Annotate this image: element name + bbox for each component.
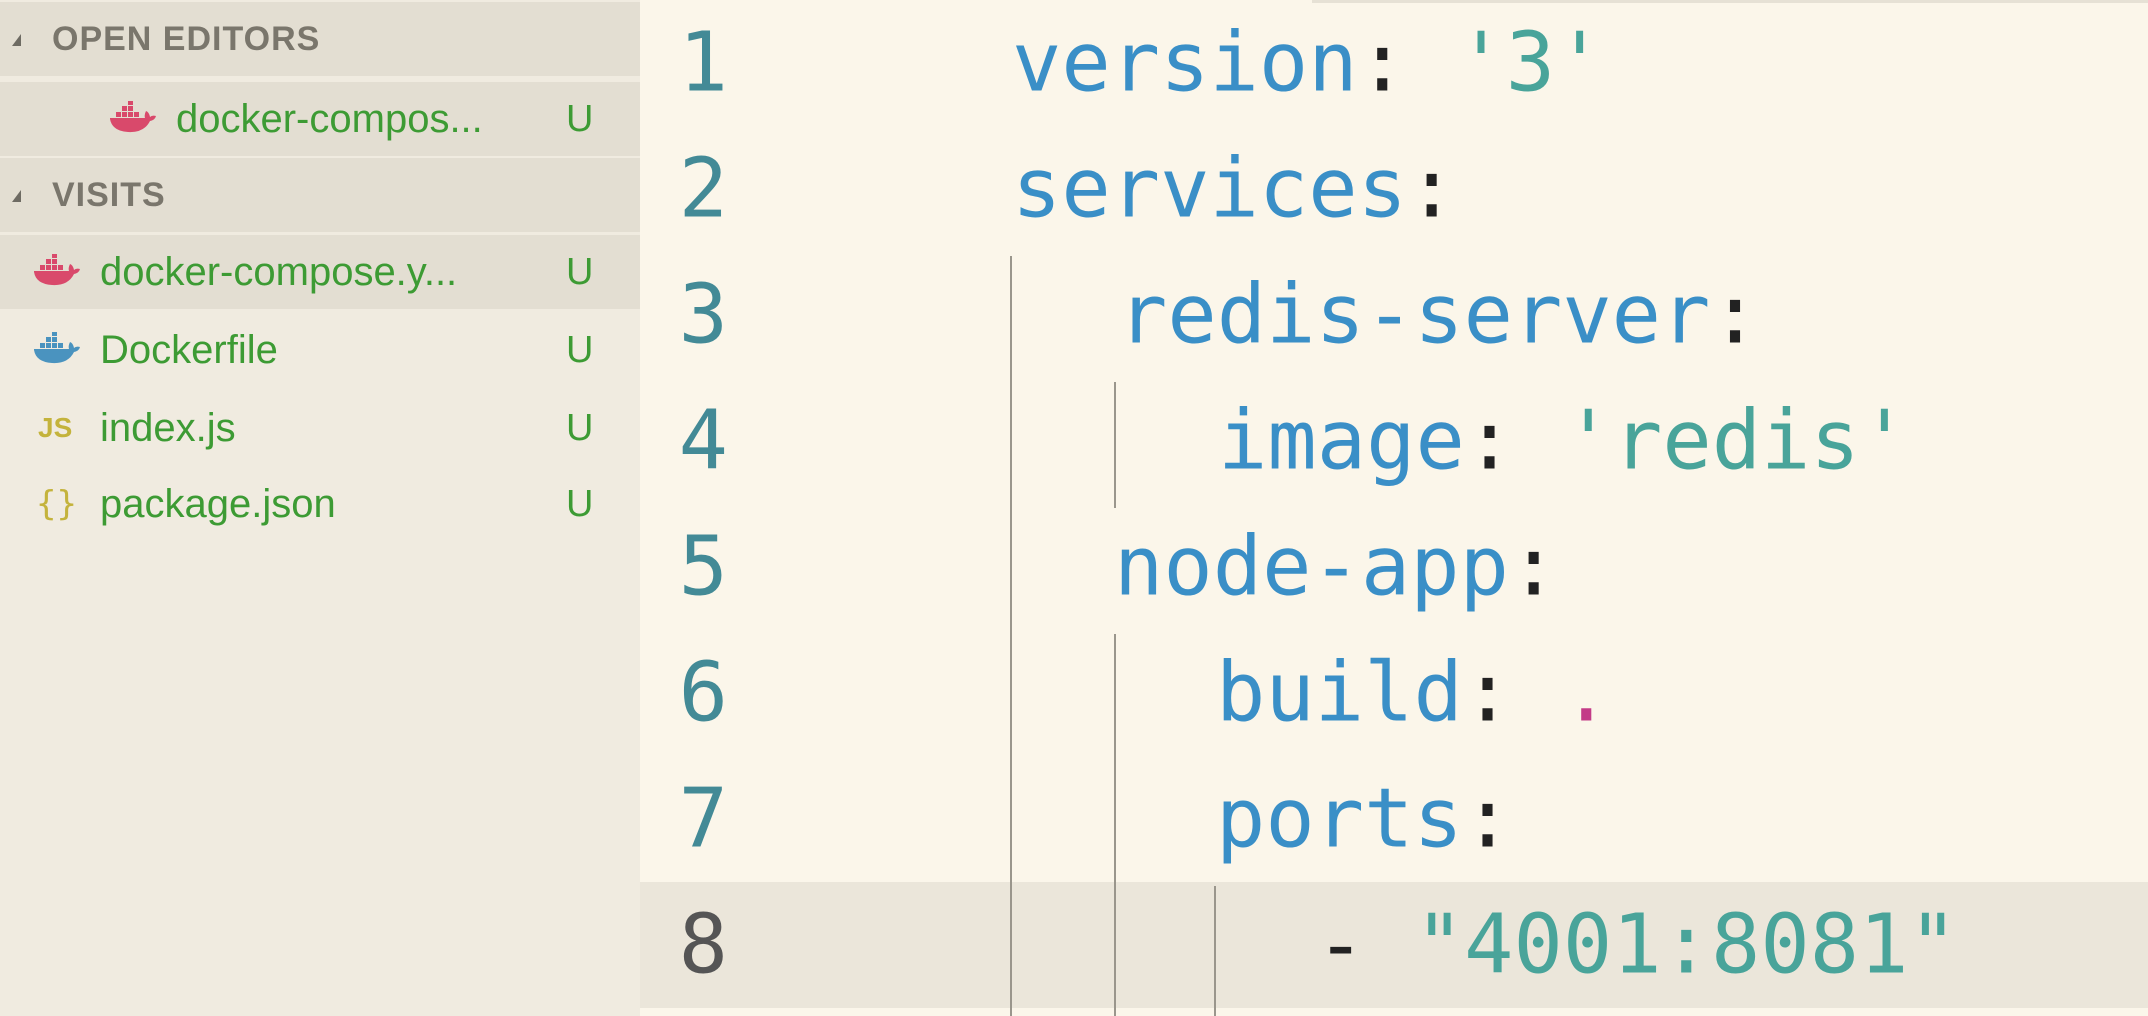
file-label: docker-compos... (176, 96, 483, 141)
yaml-colon: : (1406, 141, 1457, 237)
yaml-string: 'redis' (1514, 393, 1910, 489)
file-item-package-json[interactable]: {} package.json U (0, 467, 640, 541)
git-status-badge: U (566, 482, 594, 525)
yaml-value-dot: . (1512, 645, 1611, 741)
yaml-key: version (1012, 15, 1358, 111)
visits-folder-header[interactable]: VISITS (0, 158, 640, 232)
line-number: 7 (678, 771, 728, 867)
code-line-3[interactable]: 3 redis-server: (640, 252, 2148, 378)
yaml-colon: : (1462, 771, 1513, 867)
git-status-badge: U (566, 328, 594, 371)
line-number: 8 (678, 897, 728, 993)
indent-guide (1114, 634, 1116, 1016)
indent-guide (1114, 382, 1116, 508)
code-line-2[interactable]: 2 services: (640, 126, 2148, 252)
file-label: Dockerfile (100, 327, 278, 372)
git-status-badge: U (566, 97, 594, 140)
code-editor[interactable]: 1 version: '3' 2 services: 3 redis-serve… (640, 0, 2148, 1016)
yaml-key: redis-server (1118, 267, 1711, 363)
yaml-string: "4001:8081" (1414, 897, 1958, 993)
code-line-8-current[interactable]: 8 - "4001:8081" (640, 882, 2148, 1008)
indent-guide (1214, 886, 1216, 1016)
yaml-key: node-app (1114, 519, 1509, 615)
code-text: build: . (1216, 646, 1611, 741)
code-text: redis-server: (1118, 268, 1760, 363)
code-line-7[interactable]: 7 ports: (640, 756, 2148, 882)
code-text: version: '3' (1012, 16, 1604, 111)
line-number: 1 (678, 15, 728, 111)
git-status-badge: U (566, 406, 594, 449)
line-number: 6 (678, 645, 728, 741)
yaml-list-dash: - (1316, 897, 1415, 993)
file-item-index-js[interactable]: JS index.js U (0, 391, 640, 465)
js-icon: JS (38, 412, 73, 443)
file-label: index.js (100, 405, 236, 450)
docker-whale-icon (32, 254, 82, 290)
code-line-6[interactable]: 6 build: . (640, 630, 2148, 756)
yaml-key: ports (1216, 771, 1463, 867)
collapse-triangle-icon[interactable] (12, 34, 21, 46)
yaml-colon: : (1710, 267, 1760, 363)
visits-folder-title: VISITS (52, 175, 166, 214)
explorer-sidebar: OPEN EDITORS docker-compos... U VISITS d… (0, 0, 640, 1016)
line-number: 5 (678, 519, 728, 615)
yaml-colon: : (1357, 15, 1407, 111)
code-line-1[interactable]: 1 version: '3' (640, 0, 2148, 126)
code-text: ports: (1216, 772, 1512, 867)
code-text: node-app: (1114, 520, 1558, 615)
code-text: services: (1012, 142, 1456, 237)
file-label: docker-compose.y... (100, 249, 458, 294)
docker-whale-icon (108, 101, 158, 137)
yaml-string: '3' (1406, 15, 1605, 111)
yaml-key: image (1218, 393, 1465, 489)
file-item-dockerfile[interactable]: Dockerfile U (0, 313, 640, 387)
yaml-key: build (1216, 645, 1463, 741)
line-number: 2 (678, 141, 728, 237)
open-editor-item-docker-compose[interactable]: docker-compos... U (0, 82, 640, 156)
open-editors-title: OPEN EDITORS (52, 19, 321, 58)
file-item-docker-compose[interactable]: docker-compose.y... U (0, 235, 640, 309)
code-line-4[interactable]: 4 image: 'redis' (640, 378, 2148, 504)
yaml-colon: : (1464, 393, 1515, 489)
code-text: image: 'redis' (1218, 394, 1909, 489)
code-text: - "4001:8081" (1316, 898, 1958, 993)
file-label: package.json (100, 481, 336, 526)
json-braces-icon: {} (36, 484, 77, 524)
docker-whale-icon (32, 332, 82, 368)
git-status-badge: U (566, 250, 594, 293)
yaml-colon: : (1462, 645, 1513, 741)
indent-guide (1010, 256, 1012, 1016)
yaml-key: services (1012, 141, 1407, 237)
collapse-triangle-icon[interactable] (12, 190, 21, 202)
line-number: 4 (678, 393, 728, 489)
line-number: 3 (678, 267, 728, 363)
yaml-colon: : (1508, 519, 1559, 615)
open-editors-header[interactable]: OPEN EDITORS (0, 2, 640, 76)
code-line-5[interactable]: 5 node-app: (640, 504, 2148, 630)
